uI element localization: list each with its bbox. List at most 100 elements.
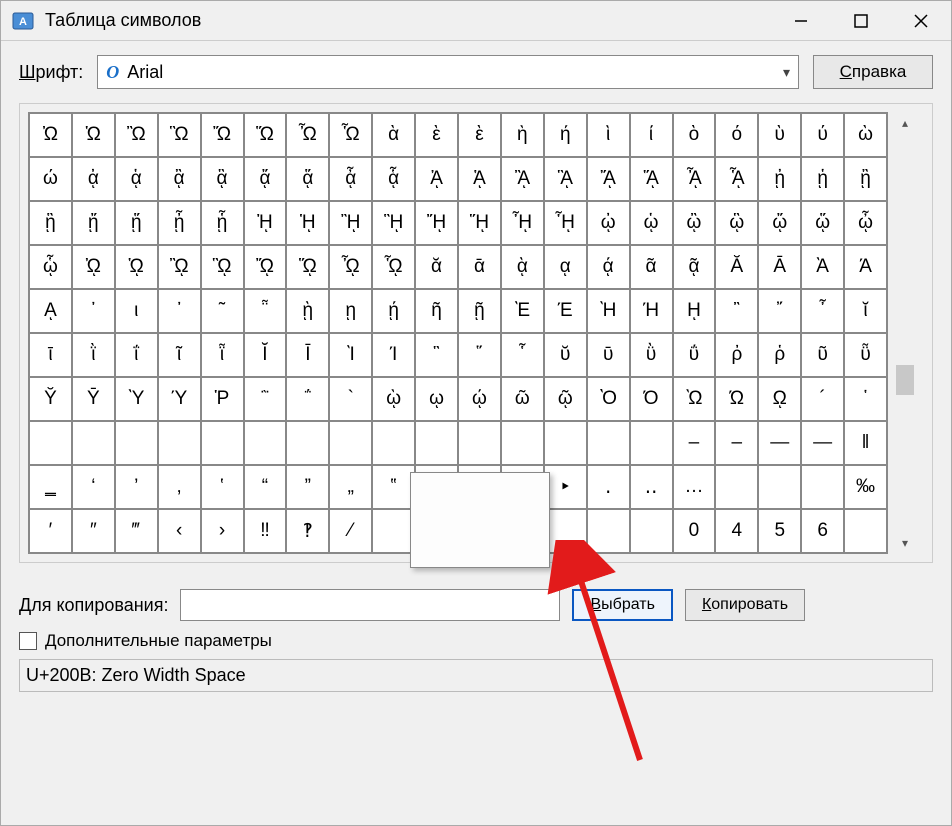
character-cell[interactable]: ‥ [630,465,673,509]
character-cell[interactable]: ᾴ [587,245,630,289]
character-cell[interactable]: – [715,421,758,465]
character-cell[interactable]: ύ [801,113,844,157]
character-cell[interactable]: ί [630,113,673,157]
character-cell[interactable]: ᾶ [630,245,673,289]
character-cell[interactable] [587,421,630,465]
character-cell[interactable]: Ᾱ [758,245,801,289]
character-cell[interactable]: Ὧ [329,113,372,157]
character-cell[interactable]: ᾱ [458,245,501,289]
character-cell[interactable]: ‚ [158,465,201,509]
character-cell[interactable]: ᾋ [544,157,587,201]
character-cell[interactable]: ― [801,421,844,465]
character-cell[interactable] [544,509,587,553]
character-cell[interactable] [758,465,801,509]
character-cell[interactable]: Ά [844,245,887,289]
character-cell[interactable]: ᾘ [244,201,287,245]
character-cell[interactable]: ῗ [201,333,244,377]
character-cell[interactable]: ᾖ [158,201,201,245]
character-cell[interactable]: ῀ [201,289,244,333]
character-cell[interactable] [244,421,287,465]
character-cell[interactable]: ᾼ [29,289,72,333]
scrollbar[interactable]: ▴ ▾ [894,112,916,554]
character-cell[interactable]: ᾂ [158,157,201,201]
character-cell[interactable]: ᾗ [201,201,244,245]
scroll-thumb[interactable] [896,365,914,395]
character-cell[interactable]: ‛ [201,465,244,509]
character-cell[interactable]: Ὡ [72,113,115,157]
help-button[interactable]: Справка [813,55,933,89]
character-cell[interactable]: ᾟ [544,201,587,245]
character-cell[interactable]: ᾕ [115,201,158,245]
character-cell[interactable]: ῍ [715,289,758,333]
character-cell[interactable]: ὰ [372,113,415,157]
character-cell[interactable] [115,421,158,465]
character-cell[interactable]: ᾔ [72,201,115,245]
character-cell[interactable]: ᾌ [587,157,630,201]
character-cell[interactable]: Έ [544,289,587,333]
character-cell[interactable]: Ῐ [244,333,287,377]
character-cell[interactable]: ‣ [544,465,587,509]
character-cell[interactable]: ῤ [715,333,758,377]
character-cell[interactable]: ᾜ [415,201,458,245]
character-cell[interactable]: ′ [29,509,72,553]
character-cell[interactable]: ‘ [72,465,115,509]
character-cell[interactable]: ᾰ [415,245,458,289]
character-cell[interactable]: ῼ [758,377,801,421]
character-cell[interactable] [372,421,415,465]
character-cell[interactable]: ᾥ [801,201,844,245]
character-cell[interactable]: Ῡ [72,377,115,421]
character-cell[interactable]: ᾣ [715,201,758,245]
character-cell[interactable]: Ᾰ [715,245,758,289]
character-cell[interactable]: Ὤ [201,113,244,157]
character-cell[interactable]: ῳ [415,377,458,421]
character-cell[interactable]: „ [329,465,372,509]
character-cell[interactable]: ‟ [372,465,415,509]
character-cell[interactable]: ῏ [801,289,844,333]
character-cell[interactable]: ὴ [501,113,544,157]
character-cell[interactable]: ᾬ [244,245,287,289]
character-cell[interactable]: ᾓ [29,201,72,245]
character-cell[interactable]: ῶ [501,377,544,421]
character-cell[interactable]: ‴ [115,509,158,553]
character-cell[interactable]: … [673,465,716,509]
character-cell[interactable]: ᾳ [544,245,587,289]
character-cell[interactable]: ᾚ [329,201,372,245]
character-cell[interactable] [501,421,544,465]
character-cell[interactable] [286,421,329,465]
character-cell[interactable]: ᾉ [458,157,501,201]
character-cell[interactable]: ᾅ [286,157,329,201]
character-cell[interactable]: ῾ [844,377,887,421]
character-cell[interactable]: ῒ [72,333,115,377]
character-cell[interactable]: ῆ [415,289,458,333]
character-cell[interactable]: Ὸ [587,377,630,421]
character-cell[interactable]: ι [115,289,158,333]
character-cell[interactable]: ᾇ [372,157,415,201]
character-cell[interactable]: ᾨ [72,245,115,289]
character-cell[interactable]: ῞ [458,333,501,377]
character-cell[interactable]: ῧ [844,333,887,377]
font-select[interactable]: O Arial ▾ [97,55,799,89]
character-cell[interactable]: Ῠ [29,377,72,421]
copy-input[interactable] [180,589,560,621]
character-cell[interactable]: ᾢ [673,201,716,245]
character-cell[interactable]: ᾠ [587,201,630,245]
character-cell[interactable]: ᾝ [458,201,501,245]
character-cell[interactable]: ῲ [372,377,415,421]
character-cell[interactable]: Ό [630,377,673,421]
titlebar[interactable]: A Таблица символов [1,1,951,41]
character-cell[interactable]: ΅ [286,377,329,421]
character-cell[interactable]: ᾞ [501,201,544,245]
character-cell[interactable]: ᾀ [72,157,115,201]
character-cell[interactable]: ᾿ [158,289,201,333]
character-cell[interactable]: ″ [72,509,115,553]
character-cell[interactable] [201,421,244,465]
maximize-button[interactable] [831,1,891,41]
character-cell[interactable]: ὺ [758,113,801,157]
character-cell[interactable]: ῁ [244,289,287,333]
character-cell[interactable]: Ὼ [673,377,716,421]
character-cell[interactable]: ῑ [29,333,72,377]
character-cell[interactable]: ᾃ [201,157,244,201]
character-cell[interactable]: Ῥ [201,377,244,421]
character-cell[interactable]: ᾛ [372,201,415,245]
character-cell[interactable]: ῄ [372,289,415,333]
